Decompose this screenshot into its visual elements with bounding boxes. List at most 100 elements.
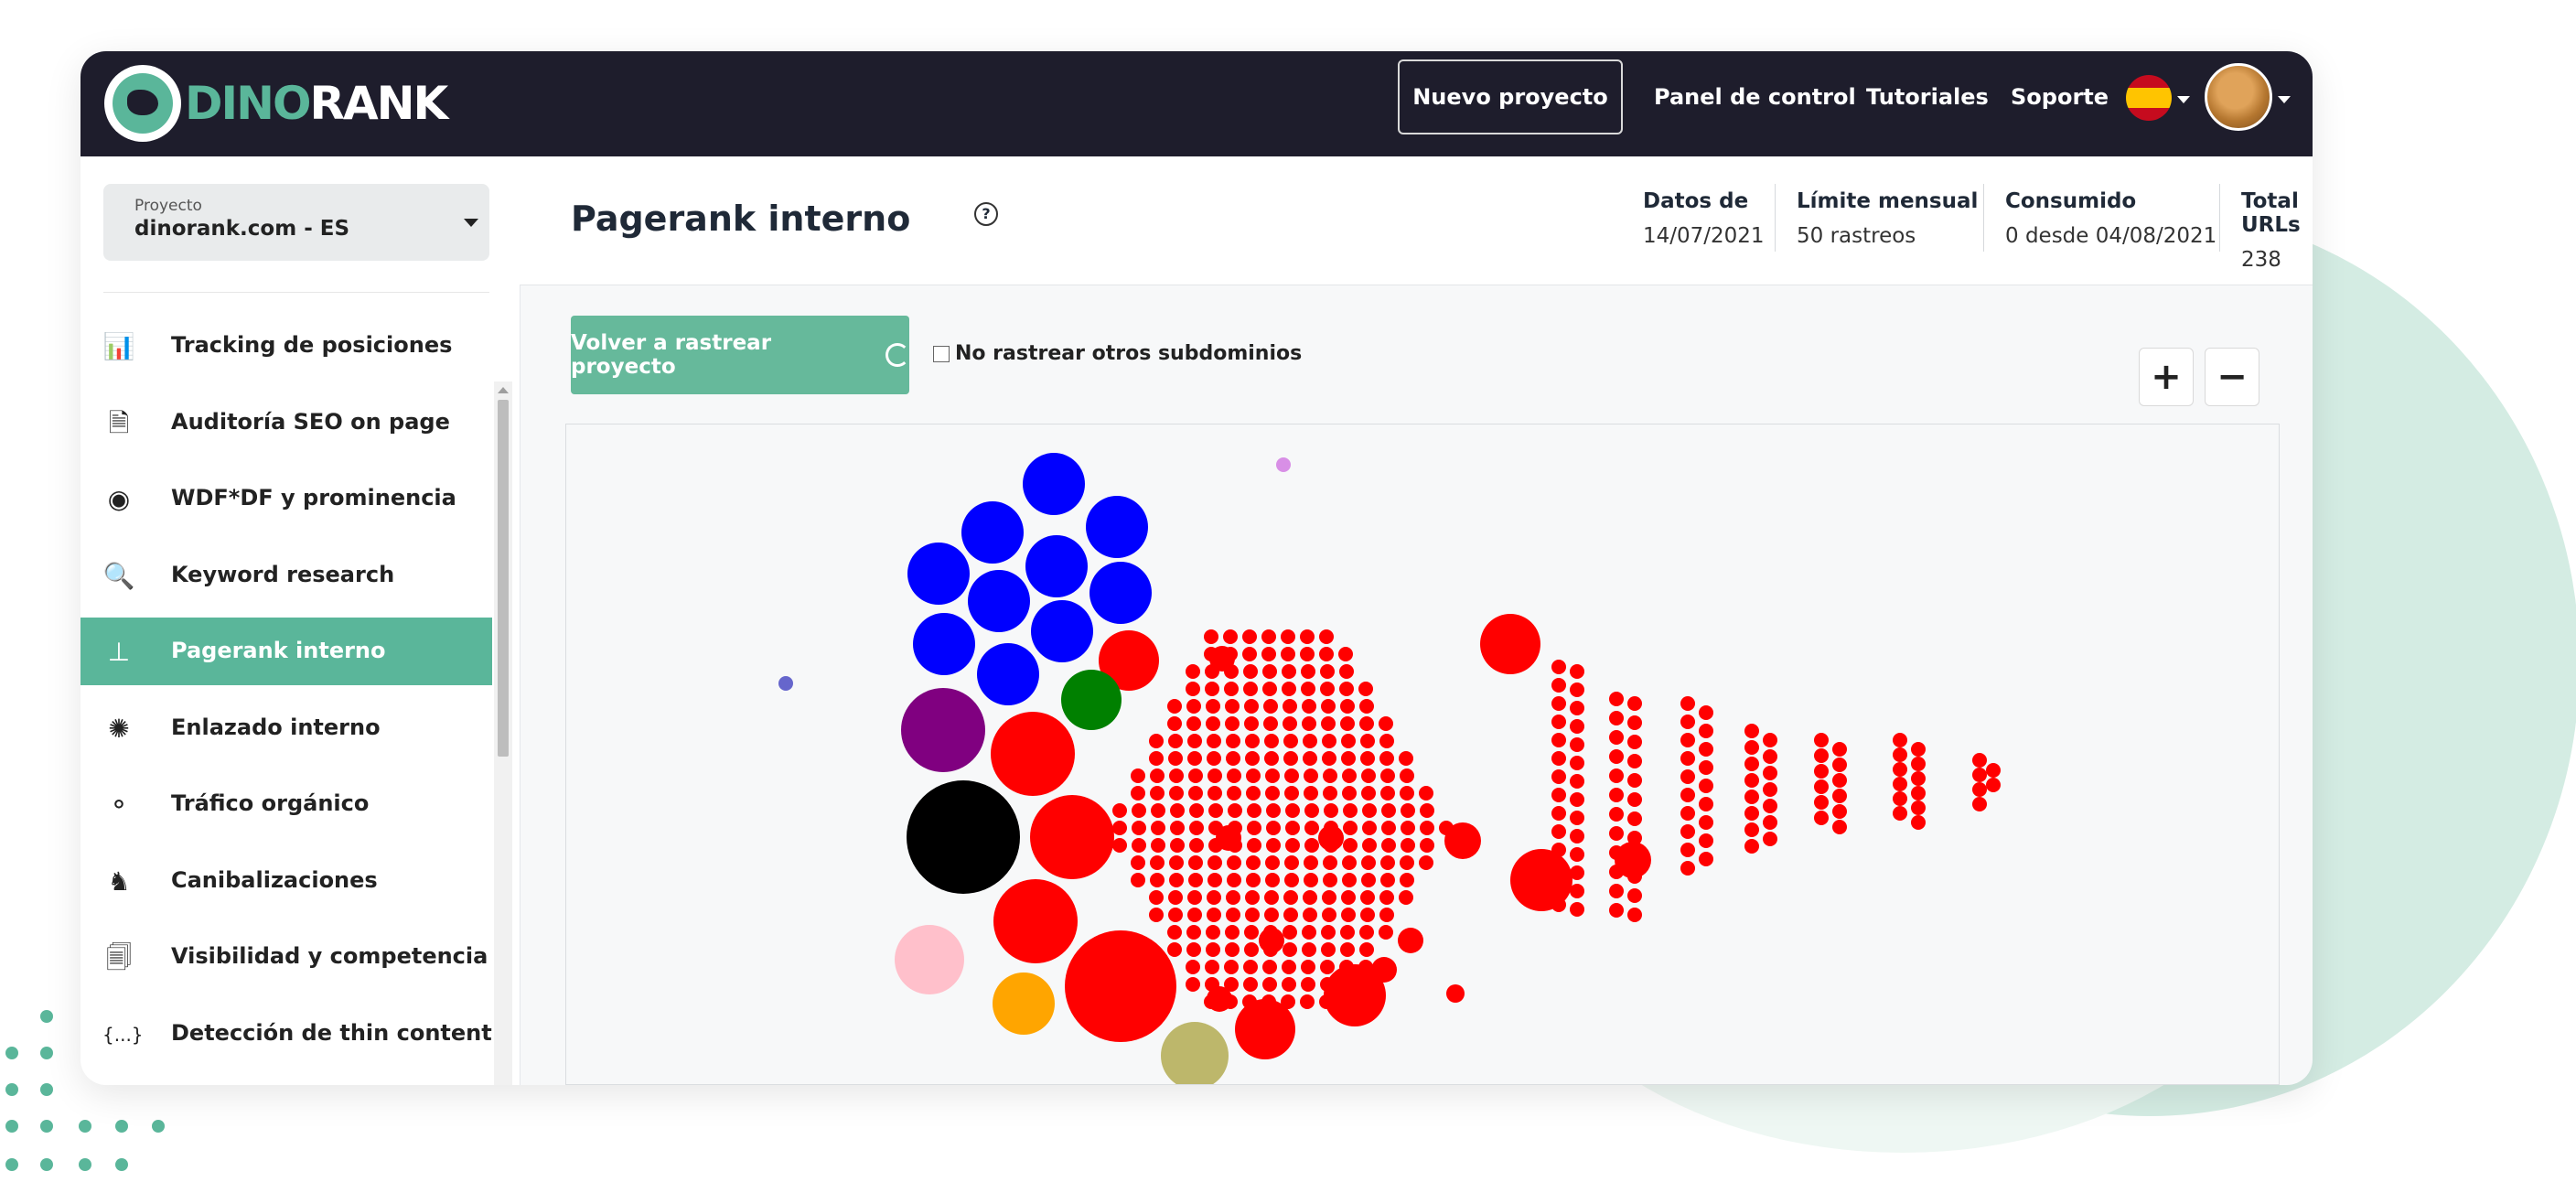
sidebar-item-wdf-df-y-prominencia[interactable]: ◉ WDF*DF y prominencia [80,465,492,532]
graph-node[interactable] [1276,457,1291,472]
graph-node[interactable] [1303,751,1317,766]
graph-node[interactable] [1340,716,1355,731]
graph-node[interactable] [1763,832,1777,846]
graph-node[interactable] [1551,715,1566,729]
graph-node[interactable] [1972,782,1987,797]
graph-node[interactable] [1224,682,1239,696]
graph-node[interactable] [1321,716,1336,731]
graph-node[interactable] [1342,855,1357,870]
graph-node[interactable] [1284,786,1299,801]
graph-node[interactable] [1446,984,1465,1003]
graph-node[interactable] [901,688,985,772]
graph-node[interactable] [1302,942,1316,957]
graph-node[interactable] [1149,734,1164,748]
graph-node[interactable] [1744,740,1759,755]
graph-node[interactable] [1284,768,1299,783]
graph-node[interactable] [1302,925,1316,940]
graph-node[interactable] [1242,647,1257,661]
graph-node[interactable] [1343,803,1358,818]
graph-node[interactable] [1379,751,1394,766]
graph-node[interactable] [993,972,1055,1035]
graph-node[interactable] [1609,711,1624,725]
graph-node[interactable] [1188,855,1203,870]
graph-node[interactable] [1223,629,1238,644]
graph-node[interactable] [1206,699,1220,714]
graph-node[interactable] [1208,768,1222,783]
graph-node[interactable] [1338,647,1353,661]
graph-node[interactable] [1832,789,1847,803]
graph-node[interactable] [1744,773,1759,788]
graph-node[interactable] [1132,803,1146,818]
graph-node[interactable] [1360,890,1375,905]
graph-node[interactable] [1265,873,1280,887]
graph-node[interactable] [1893,747,1907,762]
graph-node[interactable] [1025,535,1088,597]
nav-tutorials-link[interactable]: Tutoriales [1866,84,1989,110]
graph-node[interactable] [1362,803,1377,818]
graph-node[interactable] [1206,716,1220,731]
graph-node[interactable] [1570,737,1584,752]
graph-node[interactable] [1266,821,1281,835]
graph-node[interactable] [1205,977,1219,992]
graph-node[interactable] [1300,994,1315,1009]
graph-node[interactable] [1282,664,1296,679]
graph-node[interactable] [1131,873,1145,887]
graph-node[interactable] [1150,786,1165,801]
graph-node[interactable] [1301,682,1315,696]
graph-node[interactable] [1131,786,1145,801]
graph-node[interactable] [1609,788,1624,802]
graph-node[interactable] [1680,843,1695,857]
graph-node[interactable] [1264,734,1279,748]
graph-node[interactable] [1972,753,1987,768]
no-subdomains-option[interactable]: No rastrear otros subdominios [933,342,1302,365]
graph-node[interactable] [1188,786,1203,801]
zoom-in-button[interactable]: + [2139,348,2194,406]
sidebar-item-keyword-research[interactable]: 🔍 Keyword research [80,542,492,609]
graph-node[interactable] [1227,855,1241,870]
graph-node[interactable] [1339,960,1354,974]
project-selector[interactable]: Proyecto dinorank.com - ES [103,184,489,261]
graph-node[interactable] [1261,629,1276,644]
graph-node[interactable] [1379,925,1393,940]
graph-node[interactable] [1680,861,1695,876]
graph-node[interactable] [1972,768,1987,782]
graph-node[interactable] [1089,562,1152,624]
graph-node[interactable] [1911,742,1926,757]
graph-node[interactable] [1570,865,1584,880]
graph-node[interactable] [1086,496,1148,558]
graph-node[interactable] [1399,751,1413,766]
graph-node[interactable] [1398,928,1423,953]
graph-node[interactable] [1282,977,1296,992]
graph-node[interactable] [1627,850,1642,865]
graph-node[interactable] [1243,960,1258,974]
graph-node[interactable] [1226,890,1240,905]
graph-node[interactable] [1186,699,1201,714]
graph-node[interactable] [1680,806,1695,821]
graph-node[interactable] [1207,890,1221,905]
graph-node[interactable] [1244,699,1259,714]
graph-node[interactable] [1340,925,1355,940]
graph-node[interactable] [1263,699,1278,714]
graph-node[interactable] [1167,925,1182,940]
graph-node[interactable] [1245,734,1260,748]
graph-node[interactable] [1551,806,1566,821]
graph-node[interactable] [1283,734,1298,748]
graph-node[interactable] [1189,821,1204,835]
graph-node[interactable] [1304,855,1318,870]
graph-node[interactable] [1283,925,1297,940]
graph-node[interactable] [1304,768,1318,783]
graph-node[interactable] [1340,942,1355,957]
graph-node[interactable] [1358,682,1373,696]
graph-node[interactable] [1023,453,1085,515]
graph-node[interactable] [1224,977,1239,992]
graph-node[interactable] [1207,908,1221,922]
graph-node[interactable] [1339,682,1354,696]
graph-node[interactable] [1341,890,1356,905]
graph-node[interactable] [1381,803,1396,818]
graph-node[interactable] [1226,751,1240,766]
graph-node[interactable] [1303,908,1317,922]
graph-node[interactable] [1186,682,1200,696]
graph-node[interactable] [1627,908,1642,922]
graph-node[interactable] [1208,855,1222,870]
graph-node[interactable] [1170,803,1185,818]
